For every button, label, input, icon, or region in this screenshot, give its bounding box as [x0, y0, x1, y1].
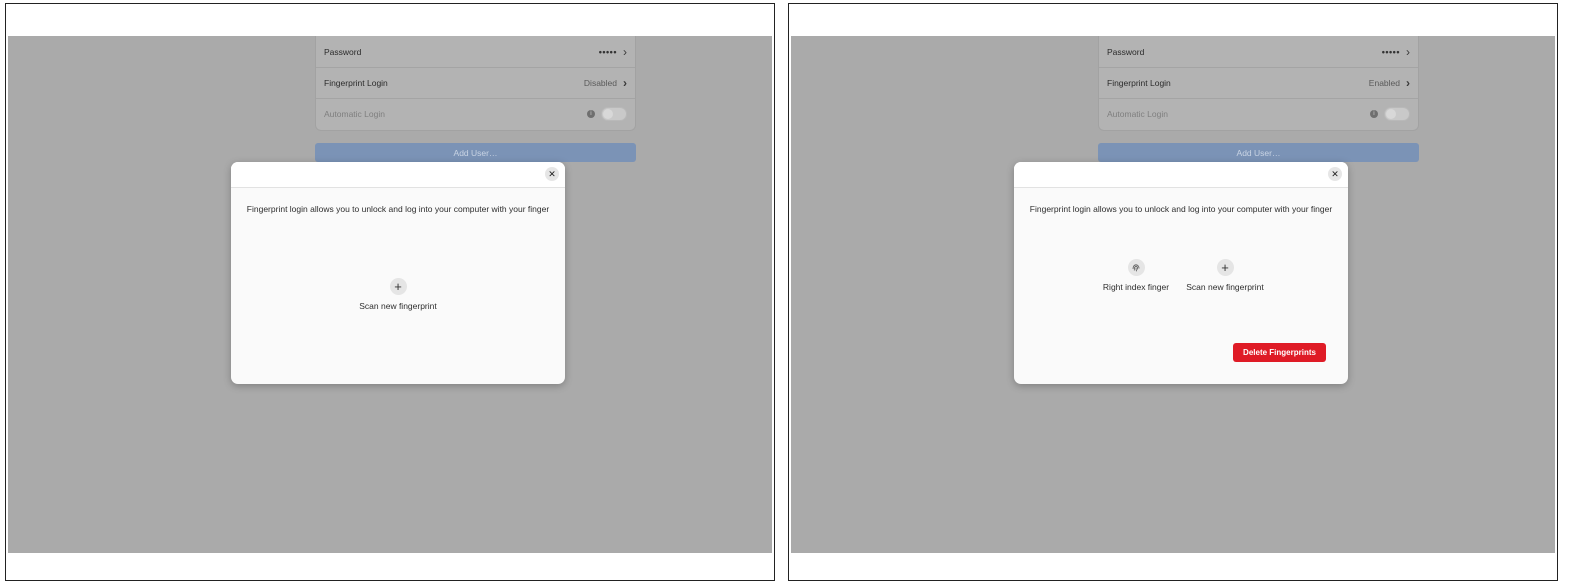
- fingerprint-status: Disabled: [583, 78, 617, 88]
- automatic-login-label: Automatic Login: [1107, 109, 1168, 119]
- close-icon[interactable]: ✕: [545, 167, 559, 181]
- user-settings-list: Password ••••• › Fingerprint Login Enabl…: [1098, 36, 1419, 131]
- scan-new-fingerprint-button[interactable]: + Scan new fingerprint: [231, 278, 565, 311]
- plus-icon: +: [1216, 259, 1234, 276]
- dialog-header: ✕: [1014, 162, 1348, 188]
- fingerprint-dialog: ✕ Fingerprint login allows you to unlock…: [1014, 162, 1348, 384]
- dialog-header: ✕: [231, 162, 565, 188]
- fingerprint-login-label: Fingerprint Login: [1107, 78, 1171, 88]
- fingerprint-login-row[interactable]: Fingerprint Login Enabled ›: [1099, 67, 1418, 98]
- dimmed-settings-background: Password ••••• › Fingerprint Login Disab…: [8, 36, 772, 553]
- password-value: •••••: [1381, 46, 1400, 57]
- fingerprint-dialog: ✕ Fingerprint login allows you to unlock…: [231, 162, 565, 384]
- chevron-right-icon: ›: [1406, 44, 1410, 59]
- automatic-login-row: Automatic Login i: [316, 98, 635, 129]
- chevron-right-icon: ›: [623, 76, 627, 90]
- automatic-login-toggle[interactable]: [601, 107, 627, 121]
- fingerprint-status: Enabled: [1368, 78, 1400, 88]
- enrolled-finger-label: Right index finger: [1102, 282, 1170, 292]
- screenshot-panel-right: Password ••••• › Fingerprint Login Enabl…: [788, 3, 1558, 581]
- automatic-login-toggle[interactable]: [1384, 107, 1410, 121]
- automatic-login-row: Automatic Login i: [1099, 98, 1418, 129]
- password-row[interactable]: Password ••••• ›: [316, 36, 635, 67]
- automatic-login-label: Automatic Login: [324, 109, 385, 119]
- fingerprint-login-row[interactable]: Fingerprint Login Disabled ›: [316, 67, 635, 98]
- fingerprint-icon: [1127, 259, 1145, 276]
- enrolled-finger-item[interactable]: Right index finger: [1096, 259, 1176, 292]
- info-icon[interactable]: i: [1370, 110, 1378, 118]
- info-icon[interactable]: i: [587, 110, 595, 118]
- password-value: •••••: [598, 46, 617, 57]
- delete-fingerprints-button[interactable]: Delete Fingerprints: [1233, 343, 1326, 362]
- scan-new-fingerprint-label: Scan new fingerprint: [359, 301, 437, 311]
- close-icon[interactable]: ✕: [1328, 167, 1342, 181]
- chevron-right-icon: ›: [623, 44, 627, 59]
- dialog-description: Fingerprint login allows you to unlock a…: [1029, 204, 1333, 214]
- scan-new-fingerprint-button[interactable]: + Scan new fingerprint: [1180, 259, 1270, 292]
- add-user-button[interactable]: Add User…: [1098, 143, 1419, 162]
- fingerprint-login-label: Fingerprint Login: [324, 78, 388, 88]
- dialog-description: Fingerprint login allows you to unlock a…: [246, 204, 550, 214]
- chevron-right-icon: ›: [1406, 76, 1410, 90]
- add-user-button[interactable]: Add User…: [315, 143, 636, 162]
- password-row[interactable]: Password ••••• ›: [1099, 36, 1418, 67]
- screenshot-panel-left: Password ••••• › Fingerprint Login Disab…: [5, 3, 775, 581]
- password-label: Password: [324, 46, 362, 57]
- password-label: Password: [1107, 46, 1145, 57]
- plus-icon: +: [389, 278, 407, 295]
- scan-new-fingerprint-label: Scan new fingerprint: [1186, 282, 1264, 292]
- user-settings-list: Password ••••• › Fingerprint Login Disab…: [315, 36, 636, 131]
- dimmed-settings-background: Password ••••• › Fingerprint Login Enabl…: [791, 36, 1555, 553]
